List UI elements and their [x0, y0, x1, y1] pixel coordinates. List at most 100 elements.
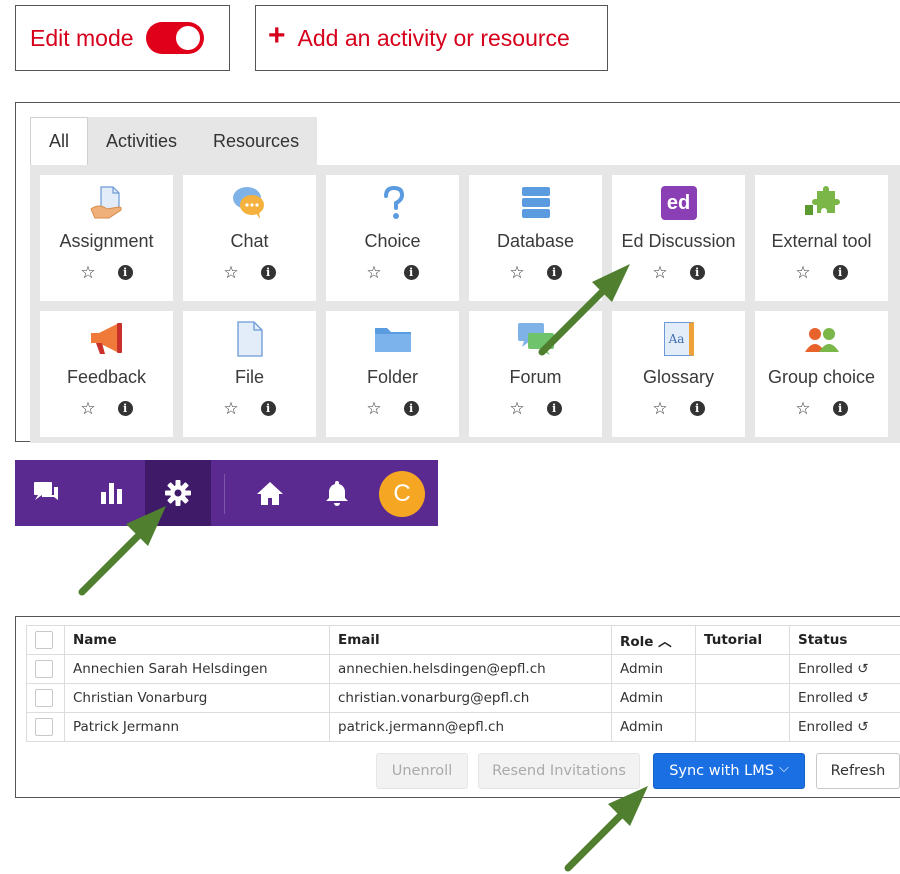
- module-tile-file[interactable]: File ☆ i: [183, 311, 316, 437]
- member-email: christian.vonarburg@epfl.ch: [329, 683, 612, 713]
- column-header-name[interactable]: Name: [64, 625, 330, 655]
- home-icon[interactable]: [251, 460, 289, 526]
- star-icon[interactable]: ☆: [795, 263, 810, 283]
- avatar[interactable]: C: [379, 471, 425, 517]
- refresh-button[interactable]: Refresh: [816, 753, 900, 789]
- star-icon[interactable]: ☆: [652, 399, 667, 419]
- folder-icon: [326, 321, 459, 357]
- edit-mode-control: Edit mode: [15, 5, 230, 71]
- select-all-checkbox[interactable]: [35, 631, 53, 649]
- plus-icon: +: [268, 19, 286, 52]
- info-icon[interactable]: i: [689, 265, 705, 280]
- members-panel: Name Email Role ︿ Tutorial Status Annech…: [15, 616, 900, 798]
- annotation-arrow-ed-discussion: [538, 264, 630, 356]
- module-name: External tool: [771, 231, 872, 251]
- chevron-down-icon: ⌵: [778, 761, 789, 776]
- module-name: File: [234, 367, 264, 387]
- nav-divider: [224, 474, 225, 514]
- annotation-arrow-settings: [78, 506, 166, 596]
- info-icon[interactable]: i: [832, 265, 848, 280]
- tab-activities[interactable]: Activities: [88, 117, 195, 165]
- member-name: Annechien Sarah Helsdingen: [64, 654, 330, 684]
- module-name: Choice: [364, 231, 421, 251]
- table-row[interactable]: Patrick Jermann patrick.jermann@epfl.ch …: [26, 712, 900, 742]
- table-header-row: Name Email Role ︿ Tutorial Status: [26, 625, 900, 655]
- ed-discussion-icon: ed: [612, 185, 745, 221]
- module-name: Assignment: [59, 231, 154, 251]
- tab-resources[interactable]: Resources: [195, 117, 317, 165]
- discussion-icon[interactable]: [27, 460, 65, 526]
- module-tile-feedback[interactable]: Feedback ☆ i: [40, 311, 173, 437]
- member-role[interactable]: Admin: [611, 654, 696, 684]
- unenroll-button[interactable]: Unenroll: [376, 753, 468, 789]
- member-email: annechien.helsdingen@epfl.ch: [329, 654, 612, 684]
- module-tile-group-choice[interactable]: Group choice ☆ i: [755, 311, 888, 437]
- table-row[interactable]: Annechien Sarah Helsdingen annechien.hel…: [26, 654, 900, 684]
- star-icon[interactable]: ☆: [795, 399, 810, 419]
- module-name: Database: [496, 231, 575, 251]
- puzzle-icon: [755, 185, 888, 221]
- member-tutorial[interactable]: [695, 712, 790, 742]
- row-checkbox[interactable]: [35, 689, 53, 707]
- edit-mode-toggle[interactable]: [145, 22, 204, 54]
- members-table: Name Email Role ︿ Tutorial Status Annech…: [26, 625, 900, 742]
- toggle-knob: [175, 26, 200, 50]
- row-checkbox[interactable]: [35, 660, 53, 678]
- info-icon[interactable]: i: [403, 401, 419, 416]
- add-activity-button[interactable]: + Add an activity or resource: [255, 5, 608, 71]
- column-header-tutorial[interactable]: Tutorial: [695, 625, 790, 655]
- member-name: Patrick Jermann: [64, 712, 330, 742]
- member-tutorial[interactable]: [695, 683, 790, 713]
- star-icon[interactable]: ☆: [366, 399, 381, 419]
- module-name: Forum: [509, 367, 562, 387]
- member-tutorial[interactable]: [695, 654, 790, 684]
- member-status: Enrolled ↺: [789, 654, 900, 684]
- member-role[interactable]: Admin: [611, 683, 696, 713]
- module-name: Feedback: [66, 367, 147, 387]
- info-icon[interactable]: i: [117, 401, 133, 416]
- sync-with-lms-button[interactable]: Sync with LMS ⌵: [653, 753, 805, 789]
- assignment-icon: [40, 185, 173, 221]
- module-tile-assignment[interactable]: Assignment ☆ i: [40, 175, 173, 301]
- bell-icon[interactable]: [318, 460, 356, 526]
- module-tile-external-tool[interactable]: External tool ☆ i: [755, 175, 888, 301]
- info-icon[interactable]: i: [403, 265, 419, 280]
- info-icon[interactable]: i: [546, 401, 562, 416]
- info-icon[interactable]: i: [260, 265, 276, 280]
- tab-all[interactable]: All: [30, 117, 89, 165]
- module-tile-choice[interactable]: Choice ☆ i: [326, 175, 459, 301]
- choice-icon: [326, 185, 459, 221]
- module-tile-folder[interactable]: Folder ☆ i: [326, 311, 459, 437]
- star-icon[interactable]: ☆: [80, 263, 95, 283]
- ed-logo: ed: [660, 186, 697, 220]
- column-header-status[interactable]: Status: [789, 625, 900, 655]
- column-header-email[interactable]: Email: [329, 625, 612, 655]
- info-icon[interactable]: i: [689, 401, 705, 416]
- star-icon[interactable]: ☆: [366, 263, 381, 283]
- info-icon[interactable]: i: [832, 401, 848, 416]
- module-name: Glossary: [642, 367, 714, 387]
- sync-label: Sync with LMS: [669, 763, 774, 779]
- module-name: Folder: [366, 367, 419, 387]
- module-tile-chat[interactable]: Chat ☆ i: [183, 175, 316, 301]
- glossary-book: Aa: [663, 322, 694, 356]
- info-icon[interactable]: i: [117, 265, 133, 280]
- row-checkbox[interactable]: [35, 718, 53, 736]
- star-icon[interactable]: ☆: [509, 399, 524, 419]
- info-icon[interactable]: i: [260, 401, 276, 416]
- star-icon[interactable]: ☆: [509, 263, 524, 283]
- member-name: Christian Vonarburg: [64, 683, 330, 713]
- module-name: Group choice: [767, 367, 876, 387]
- star-icon[interactable]: ☆: [223, 399, 238, 419]
- star-icon[interactable]: ☆: [652, 263, 667, 283]
- chooser-tabs: All Activities Resources: [30, 117, 318, 165]
- annotation-arrow-sync: [564, 786, 648, 872]
- column-header-role[interactable]: Role ︿: [611, 625, 696, 655]
- edit-mode-label: Edit mode: [30, 24, 134, 51]
- star-icon[interactable]: ☆: [80, 399, 95, 419]
- star-icon[interactable]: ☆: [223, 263, 238, 283]
- member-email: patrick.jermann@epfl.ch: [329, 712, 612, 742]
- member-role[interactable]: Admin: [611, 712, 696, 742]
- table-row[interactable]: Christian Vonarburg christian.vonarburg@…: [26, 683, 900, 713]
- database-icon: [469, 185, 602, 221]
